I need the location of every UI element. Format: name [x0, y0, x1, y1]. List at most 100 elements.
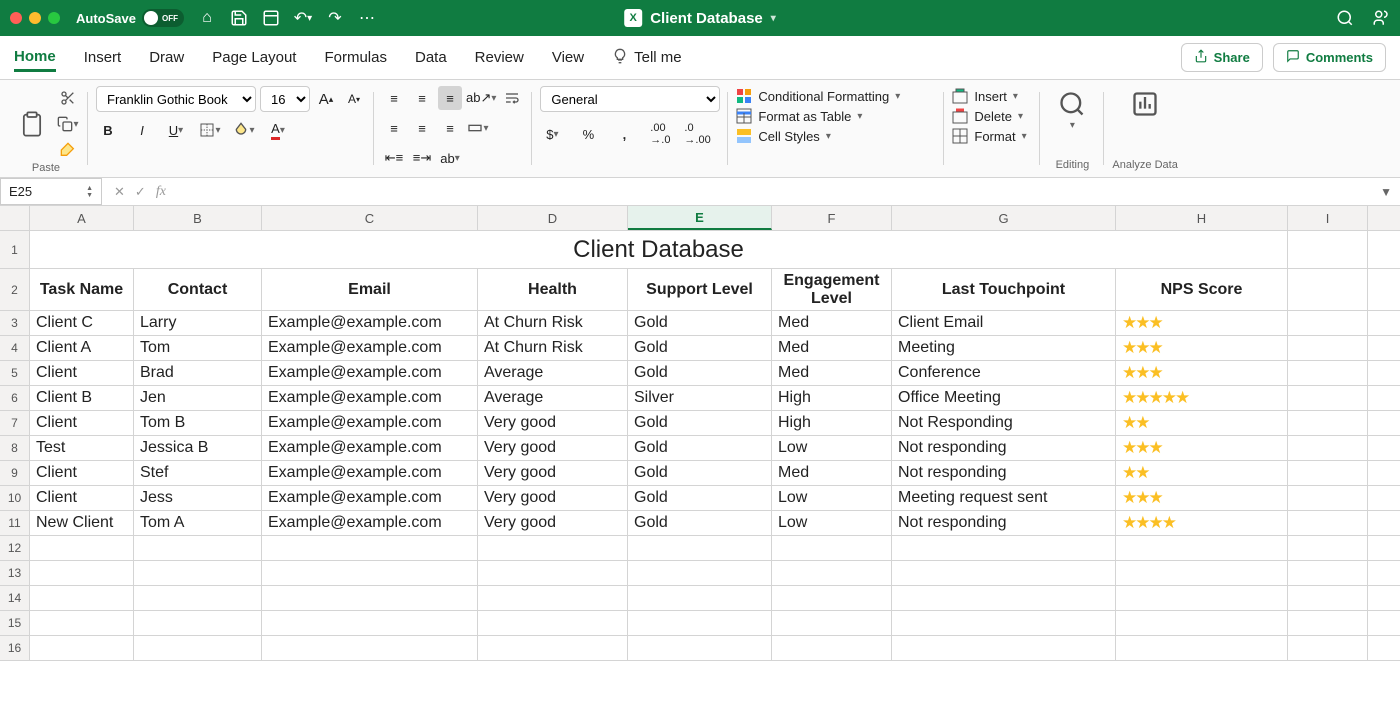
row-header-16[interactable]: 16 [0, 636, 29, 661]
cell[interactable]: Client Email [892, 311, 1116, 335]
cell[interactable]: Med [772, 461, 892, 485]
row-header-1[interactable]: 1 [0, 231, 29, 269]
decrease-indent-button[interactable]: ⇤≡ [382, 146, 406, 170]
cell[interactable]: Silver [628, 386, 772, 410]
select-all-corner[interactable] [0, 206, 30, 231]
cell[interactable] [262, 536, 478, 560]
cell[interactable]: Low [772, 511, 892, 535]
editing-button[interactable]: ▾ [1048, 86, 1096, 135]
orientation-button[interactable]: ab↗▾ [466, 86, 496, 110]
tab-draw[interactable]: Draw [149, 45, 184, 70]
cell[interactable] [478, 561, 628, 585]
comma-button[interactable]: , [612, 122, 636, 146]
cell[interactable]: Very good [478, 461, 628, 485]
cell[interactable]: Low [772, 486, 892, 510]
cell[interactable] [1288, 361, 1368, 385]
cell[interactable] [892, 561, 1116, 585]
column-header-D[interactable]: D [478, 206, 628, 230]
cell[interactable] [628, 636, 772, 660]
row-header-13[interactable]: 13 [0, 561, 29, 586]
align-right-button[interactable]: ≡ [438, 116, 462, 140]
stepper-icon[interactable]: ▲▼ [86, 185, 93, 199]
cell[interactable]: Client [30, 486, 134, 510]
number-format-select[interactable]: General [540, 86, 720, 112]
cell[interactable]: ★★★ [1116, 336, 1288, 360]
cell[interactable] [30, 611, 134, 635]
cell[interactable]: Example@example.com [262, 436, 478, 460]
cell[interactable] [134, 586, 262, 610]
format-painter-button[interactable] [56, 138, 80, 162]
align-bottom-button[interactable]: ≡ [438, 86, 462, 110]
cell[interactable]: Client A [30, 336, 134, 360]
italic-button[interactable]: I [130, 118, 154, 142]
format-cells-button[interactable]: Format▾ [952, 126, 1032, 146]
font-color-button[interactable]: A▾ [266, 118, 290, 142]
header-cell[interactable]: Health [478, 269, 628, 310]
cut-button[interactable] [56, 86, 80, 110]
cancel-formula-button[interactable]: ✕ [114, 184, 125, 200]
fill-color-button[interactable]: ▾ [232, 118, 256, 142]
cell[interactable] [30, 636, 134, 660]
cell[interactable]: Client [30, 411, 134, 435]
sheet-title-cell[interactable]: Client Database [30, 231, 1288, 268]
cell[interactable] [30, 536, 134, 560]
insert-cells-button[interactable]: Insert▾ [952, 86, 1032, 106]
close-window-button[interactable] [10, 12, 22, 24]
cell[interactable]: Brad [134, 361, 262, 385]
cell[interactable]: ★★★★ [1116, 511, 1288, 535]
cell[interactable]: Med [772, 361, 892, 385]
cell[interactable]: Med [772, 311, 892, 335]
search-icon[interactable] [1336, 9, 1354, 27]
row-header-14[interactable]: 14 [0, 586, 29, 611]
tab-page-layout[interactable]: Page Layout [212, 45, 296, 70]
cell[interactable] [1288, 269, 1368, 310]
cell[interactable]: Very good [478, 436, 628, 460]
align-left-button[interactable]: ≡ [382, 116, 406, 140]
row-header-3[interactable]: 3 [0, 311, 29, 336]
cell[interactable]: Average [478, 386, 628, 410]
tab-view[interactable]: View [552, 45, 584, 70]
cell[interactable]: Tom A [134, 511, 262, 535]
cell[interactable] [1288, 461, 1368, 485]
confirm-formula-button[interactable]: ✓ [135, 184, 146, 200]
cell[interactable]: Client B [30, 386, 134, 410]
cell[interactable] [478, 636, 628, 660]
font-size-select[interactable]: 16 [260, 86, 310, 112]
cell[interactable] [772, 561, 892, 585]
increase-decimal-button[interactable]: .00→.0 [648, 122, 672, 146]
more-icon[interactable]: ⋯ [358, 9, 376, 27]
cell[interactable]: Gold [628, 461, 772, 485]
column-header-F[interactable]: F [772, 206, 892, 230]
header-cell[interactable]: Last Touchpoint [892, 269, 1116, 310]
cell[interactable]: Example@example.com [262, 411, 478, 435]
cell[interactable] [1288, 486, 1368, 510]
row-header-12[interactable]: 12 [0, 536, 29, 561]
cell[interactable] [478, 611, 628, 635]
row-header-8[interactable]: 8 [0, 436, 29, 461]
cell[interactable] [1288, 586, 1368, 610]
cell[interactable]: Meeting [892, 336, 1116, 360]
cell[interactable] [134, 611, 262, 635]
minimize-window-button[interactable] [29, 12, 41, 24]
cell[interactable]: Gold [628, 311, 772, 335]
cell[interactable]: ★★★ [1116, 311, 1288, 335]
row-header-10[interactable]: 10 [0, 486, 29, 511]
column-header-C[interactable]: C [262, 206, 478, 230]
row-header-5[interactable]: 5 [0, 361, 29, 386]
cell[interactable] [1288, 336, 1368, 360]
cell[interactable] [262, 561, 478, 585]
tab-review[interactable]: Review [475, 45, 524, 70]
cell[interactable]: Example@example.com [262, 461, 478, 485]
cell[interactable] [478, 586, 628, 610]
cell[interactable]: High [772, 411, 892, 435]
cell[interactable]: Example@example.com [262, 486, 478, 510]
header-cell[interactable]: Support Level [628, 269, 772, 310]
decrease-decimal-button[interactable]: .0→.00 [684, 122, 710, 146]
name-box[interactable]: E25▲▼ [0, 178, 102, 205]
cell[interactable]: Gold [628, 436, 772, 460]
cell[interactable] [1116, 611, 1288, 635]
row-header-4[interactable]: 4 [0, 336, 29, 361]
cell-styles-button[interactable]: Cell Styles▾ [736, 126, 936, 146]
merge-button[interactable]: ▾ [466, 116, 490, 140]
column-header-A[interactable]: A [30, 206, 134, 230]
